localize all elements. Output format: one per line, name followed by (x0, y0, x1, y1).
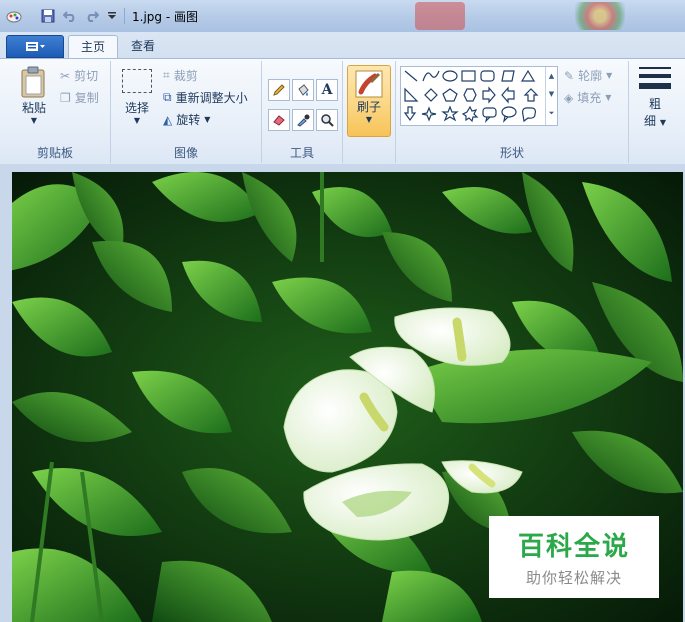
shapes-gallery-scroll[interactable]: ▲ ▼ ⏷ (545, 67, 557, 125)
menu-icon (26, 41, 45, 51)
outline-button[interactable]: ✎ 轮廓 ▼ (564, 67, 612, 84)
title-bar: 1.jpg - 画图 (0, 0, 685, 33)
ribbon: 粘贴 ▼ ✂ 剪切 ❐ 复制 剪贴板 选择 ▼ ⌗ 裁剪 ⧉ 重新调整大小 ◭ … (0, 58, 685, 166)
copy-button[interactable]: ❐ 复制 (60, 89, 99, 106)
scroll-up-icon[interactable]: ▲ (546, 67, 557, 85)
chevron-down-icon: ▼ (606, 71, 613, 80)
scissors-icon: ✂ (60, 68, 71, 83)
line-width-icon (639, 67, 671, 89)
save-icon[interactable] (40, 8, 56, 24)
image-group: 选择 ▼ ⌗ 裁剪 ⧉ 重新调整大小 ◭ 旋转 ▼ 图像 (111, 61, 262, 163)
size-label-thin: 细 (644, 114, 657, 128)
cut-label: 剪切 (74, 69, 99, 83)
copy-label: 复制 (74, 91, 99, 105)
shapes-gallery: ▲ ▼ ⏷ (400, 66, 558, 126)
select-label: 选择 (124, 101, 149, 115)
undo-icon[interactable] (62, 8, 78, 24)
shapes-group-label: 形状 (499, 146, 524, 160)
chevron-down-icon: ▼ (605, 93, 612, 102)
crop-button[interactable]: ⌗ 裁剪 (163, 67, 198, 84)
chevron-down-icon: ▼ (365, 115, 373, 124)
watermark: 百科全说 助你轻松解决 (489, 516, 659, 598)
tools-group: A 工具 (262, 61, 343, 163)
brush-icon (355, 70, 383, 98)
color-picker-icon[interactable] (292, 109, 314, 131)
paste-label: 粘贴 (21, 101, 46, 115)
canvas-image[interactable]: 百科全说 助你轻松解决 (12, 172, 683, 622)
clipboard-group: 粘贴 ▼ ✂ 剪切 ❐ 复制 剪贴板 (0, 61, 111, 163)
pencil-icon[interactable] (268, 79, 290, 101)
scroll-down-icon[interactable]: ▼ (546, 85, 557, 103)
window-title: 1.jpg - 画图 (132, 10, 198, 24)
outline-icon: ✎ (564, 68, 575, 83)
brushes-label: 刷子 (356, 100, 381, 114)
fill-icon: ◈ (564, 90, 574, 105)
tab-home[interactable]: 主页 (68, 35, 119, 58)
text-tool-icon[interactable]: A (316, 79, 338, 101)
ribbon-tab-row: 主页 查看 (0, 32, 685, 58)
brushes-group: 刷子 ▼ (343, 61, 396, 163)
watermark-title: 百科全说 (517, 532, 630, 562)
redo-icon[interactable] (84, 8, 100, 24)
brushes-button[interactable]: 刷子 ▼ (347, 65, 391, 137)
fill-button[interactable]: ◈ 填充 ▼ (564, 89, 611, 106)
crop-icon: ⌗ (163, 68, 170, 82)
copy-icon: ❐ (60, 90, 71, 105)
outline-label: 轮廓 (578, 69, 603, 83)
title-separator (124, 8, 125, 24)
tools-group-label: 工具 (289, 146, 314, 160)
resize-icon: ⧉ (163, 90, 172, 104)
cut-button[interactable]: ✂ 剪切 (60, 67, 98, 84)
rotate-button[interactable]: ◭ 旋转 ▼ (163, 111, 210, 128)
gallery-expand-icon[interactable]: ⏷ (546, 103, 557, 123)
size-group: 粗 细 ▼ (629, 61, 681, 163)
rotate-label: 旋转 (176, 113, 201, 127)
chevron-down-icon: ▼ (659, 118, 666, 127)
shapes-gallery-icons (403, 69, 539, 123)
chevron-down-icon: ▼ (133, 116, 141, 125)
select-icon (122, 69, 152, 93)
chevron-down-icon: ▼ (204, 115, 211, 124)
select-button[interactable]: 选择 ▼ (117, 69, 157, 125)
resize-label: 重新调整大小 (175, 91, 248, 105)
resize-button[interactable]: ⧉ 重新调整大小 (163, 89, 248, 106)
fill-bucket-icon[interactable] (292, 79, 314, 101)
image-group-label: 图像 (173, 146, 198, 160)
quick-access-dropdown-icon[interactable] (104, 8, 120, 24)
fill-label: 填充 (577, 91, 602, 105)
eraser-icon[interactable] (268, 109, 290, 131)
paste-icon (21, 66, 45, 98)
paint-app-icon (6, 8, 22, 24)
rotate-icon: ◭ (163, 112, 173, 127)
tab-view[interactable]: 查看 (119, 35, 167, 58)
chevron-down-icon: ▼ (30, 116, 38, 125)
size-button[interactable]: 粗 细 ▼ (635, 65, 675, 129)
clipboard-group-label: 剪贴板 (36, 146, 73, 160)
watermark-subtitle: 助你轻松解决 (525, 569, 622, 587)
paste-button[interactable]: 粘贴 ▼ (14, 65, 54, 125)
size-label-thick: 粗 (648, 97, 661, 111)
crop-label: 裁剪 (173, 69, 198, 83)
paint-menu-button[interactable] (6, 35, 64, 58)
background-app-icon (415, 2, 465, 30)
background-app-icon (575, 2, 625, 30)
canvas-area: 百科全说 助你轻松解决 (0, 164, 685, 622)
magnifier-icon[interactable] (316, 109, 338, 131)
